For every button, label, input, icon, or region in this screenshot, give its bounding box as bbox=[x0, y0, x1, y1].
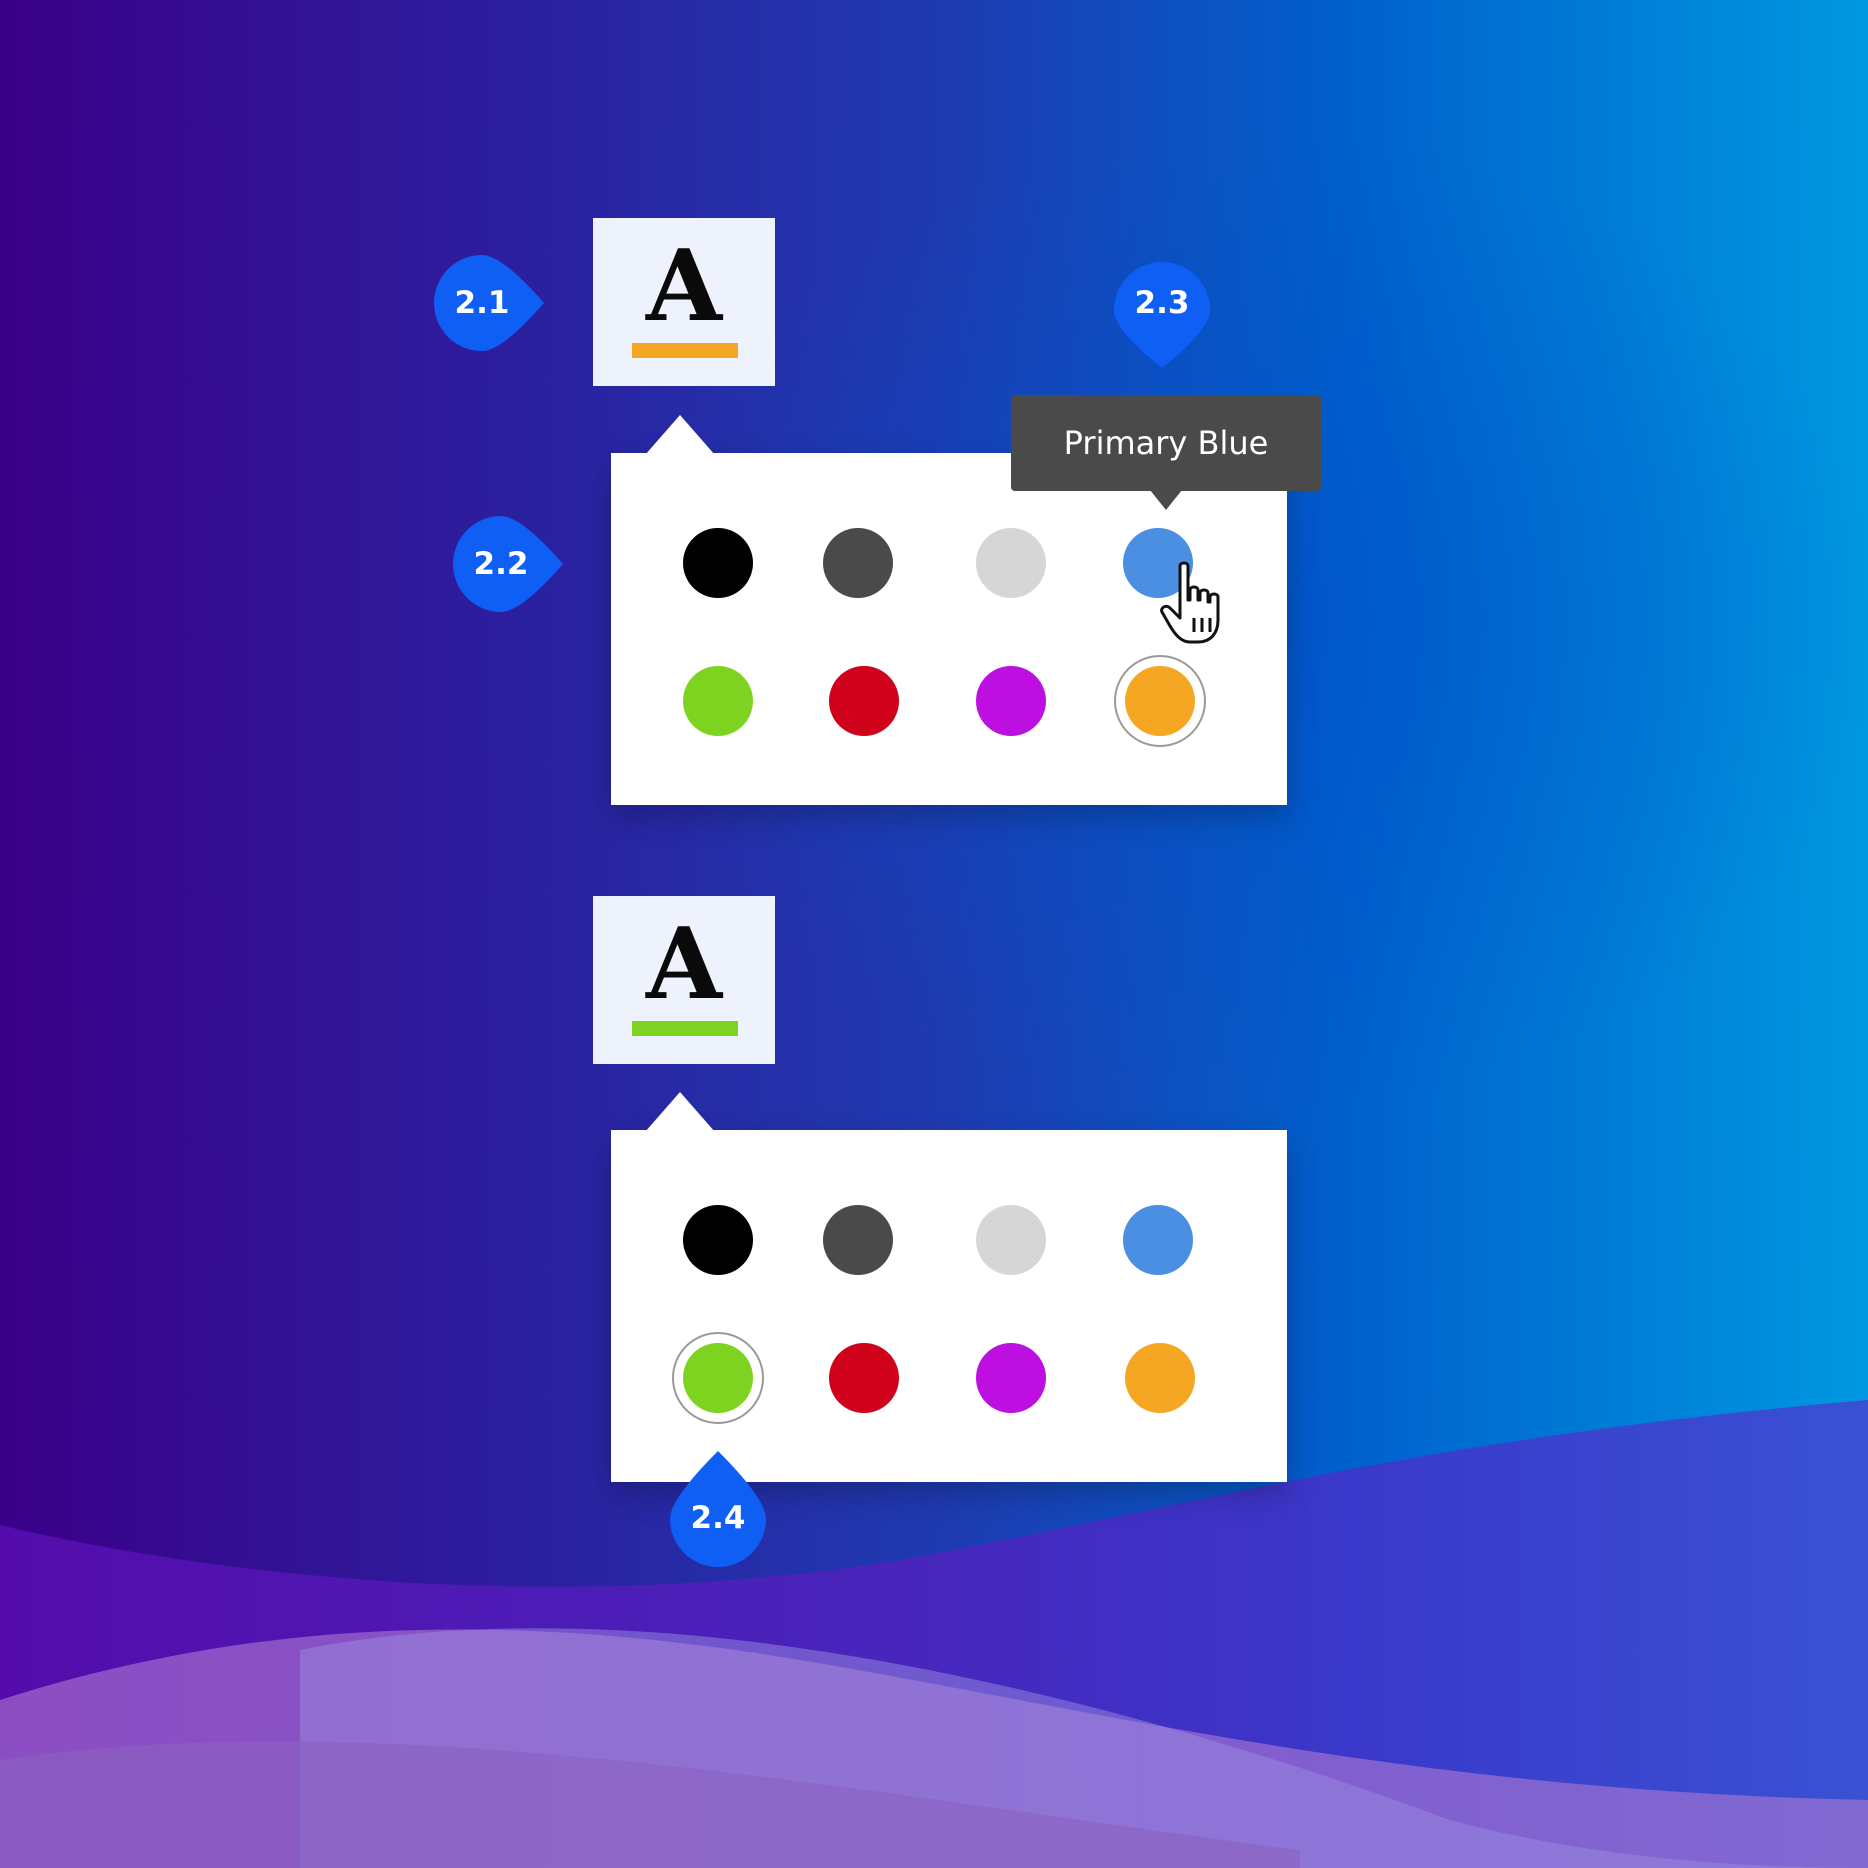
tooltip-tail bbox=[1150, 490, 1182, 510]
swatch-purple[interactable] bbox=[976, 666, 1046, 736]
swatch-green[interactable] bbox=[672, 1332, 764, 1424]
tooltip: Primary Blue bbox=[1011, 395, 1321, 491]
swatch-primary-blue[interactable] bbox=[1123, 1205, 1193, 1275]
swatch-orange[interactable] bbox=[1125, 1343, 1195, 1413]
font-color-button[interactable]: A bbox=[593, 218, 775, 386]
font-color-button[interactable]: A bbox=[593, 896, 775, 1064]
background-waves bbox=[0, 1400, 1868, 1868]
font-letter-icon: A bbox=[645, 907, 723, 1022]
hand-pointer-icon bbox=[1160, 561, 1220, 644]
swatch-dark-gray[interactable] bbox=[823, 1205, 893, 1275]
swatch-light-gray[interactable] bbox=[976, 1205, 1046, 1275]
caret-up-icon bbox=[645, 415, 715, 455]
annotation-marker-2-1: 2.1 bbox=[430, 243, 550, 363]
swatch-black[interactable] bbox=[683, 1205, 753, 1275]
caret-up-icon bbox=[645, 1092, 715, 1132]
annotation-marker-2-3: 2.3 bbox=[1102, 252, 1222, 372]
color-picker-panel bbox=[611, 1092, 1287, 1482]
font-color-underline bbox=[632, 343, 738, 358]
annotation-marker-2-4: 2.4 bbox=[658, 1447, 778, 1567]
swatch-light-gray[interactable] bbox=[976, 528, 1046, 598]
swatch-red[interactable] bbox=[829, 1343, 899, 1413]
swatch-red[interactable] bbox=[829, 666, 899, 736]
font-letter-icon: A bbox=[645, 229, 723, 344]
swatch-black[interactable] bbox=[683, 528, 753, 598]
swatch-green[interactable] bbox=[683, 666, 753, 736]
annotation-marker-2-2: 2.2 bbox=[449, 504, 569, 624]
swatch-dark-gray[interactable] bbox=[823, 528, 893, 598]
font-color-underline bbox=[632, 1021, 738, 1036]
swatch-orange[interactable] bbox=[1114, 655, 1206, 747]
swatch-purple[interactable] bbox=[976, 1343, 1046, 1413]
